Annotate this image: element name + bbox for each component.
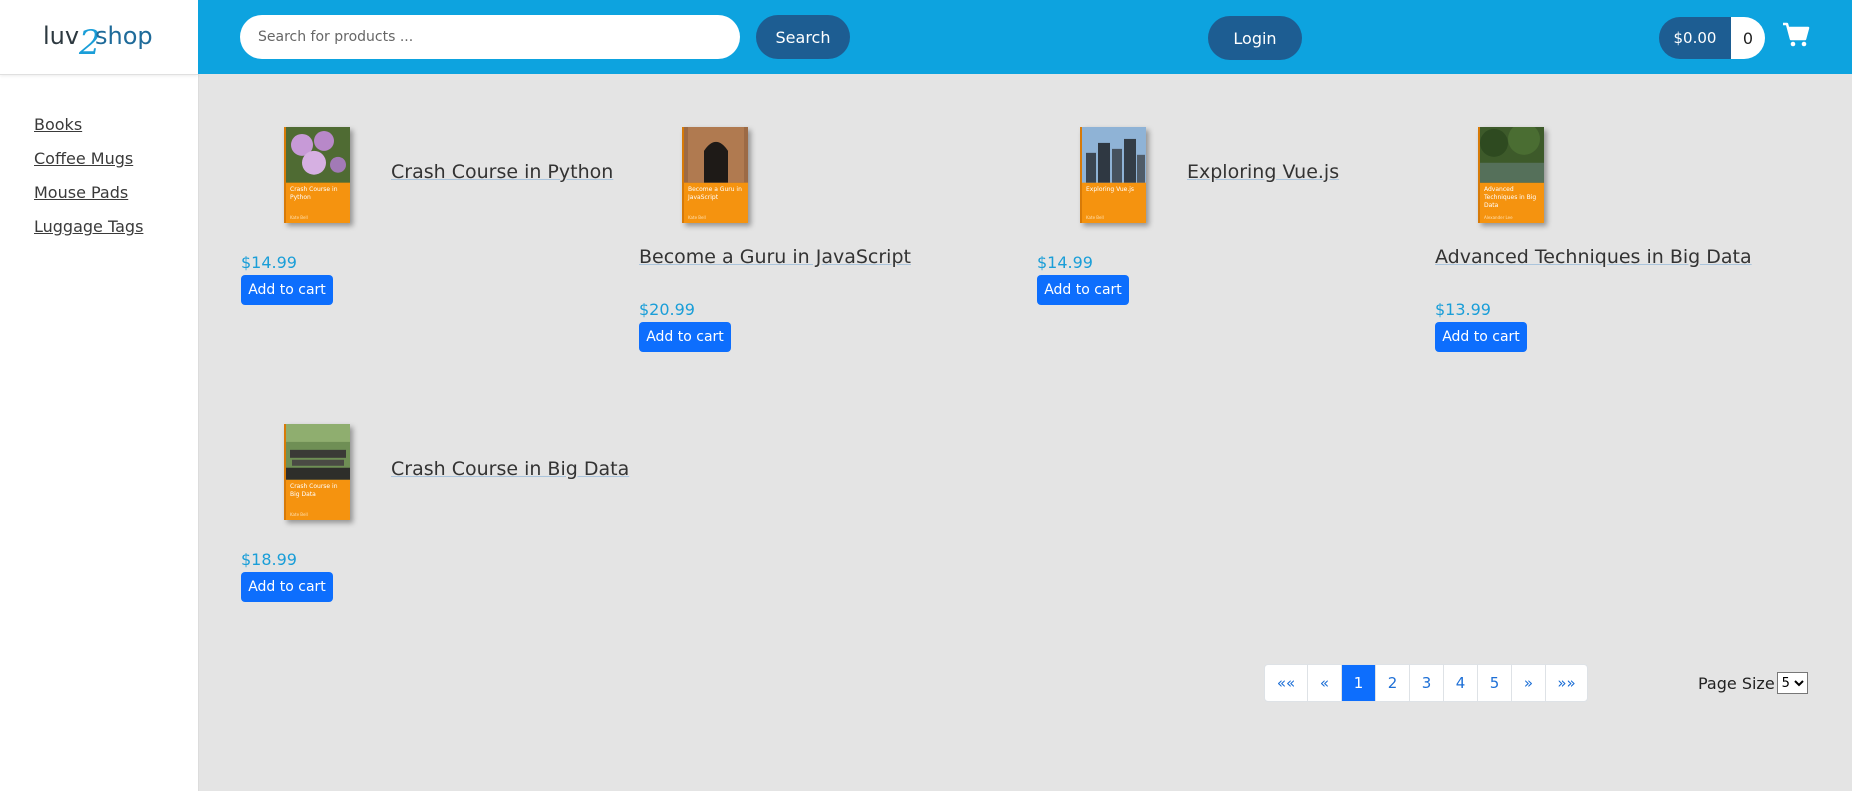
add-to-cart-button[interactable]: Add to cart [639,322,731,352]
page-button-5[interactable]: 5 [1477,665,1511,701]
cover-title: Exploring Vue.js [1086,185,1135,193]
page-size-control: Page Size 5 [1698,672,1808,694]
product-image[interactable]: Become a Guru in JavaScript Kate Bell [682,127,748,223]
add-to-cart-button[interactable]: Add to cart [1037,275,1129,305]
next-page-button[interactable]: » [1511,665,1545,701]
previous-page-button[interactable]: « [1307,665,1341,701]
cover-author: Kate Bell [290,512,308,517]
cover-author: Kate Bell [1086,215,1104,220]
search-input[interactable] [240,15,740,59]
doorway-photo [684,127,748,183]
shopping-cart-icon[interactable] [1782,22,1810,48]
cover-author: Alexander Lee [1484,215,1513,220]
page-button-2[interactable]: 2 [1375,665,1409,701]
product-price: $14.99 [241,253,297,272]
svg-text:shop: shop [95,22,153,50]
category-menu: Books Coffee Mugs Mouse Pads Luggage Tag… [34,114,143,250]
page-button-3[interactable]: 3 [1409,665,1443,701]
product-image[interactable]: Crash Course in Python Kate Bell [284,127,350,223]
cart-total[interactable]: $0.00 [1659,17,1731,59]
svg-text:luv: luv [43,22,79,50]
page-button-4[interactable]: 4 [1443,665,1477,701]
category-link-mouse-pads[interactable]: Mouse Pads [34,182,143,203]
page-size-select[interactable]: 5 [1776,672,1808,694]
page-size-label: Page Size [1698,673,1775,693]
cover-title: Crash Course in Python [290,185,338,201]
product-name-link[interactable]: Crash Course in Big Data [391,458,629,480]
category-link-books[interactable]: Books [34,114,143,135]
city-skyline-photo [1082,127,1146,183]
first-page-button[interactable]: «« [1265,665,1307,701]
search-button[interactable]: Search [756,15,850,59]
flower-photo [286,127,350,183]
cover-title: Advanced Techniques in Big Data [1484,185,1537,209]
product-name-link[interactable]: Crash Course in Python [391,161,613,183]
cover-title: Become a Guru in JavaScript [688,185,742,201]
sidebar: luv 2 shop Books Coffee Mugs Mouse Pads … [0,0,199,791]
product-price: $20.99 [639,300,695,319]
last-page-button[interactable]: »» [1545,665,1587,701]
luv2shop-logo[interactable]: luv 2 shop [0,0,198,75]
product-name-link[interactable]: Become a Guru in JavaScript [639,246,911,268]
product-price: $13.99 [1435,300,1491,319]
product-name-link[interactable]: Exploring Vue.js [1187,161,1339,183]
page-button-1[interactable]: 1 [1341,665,1375,701]
add-to-cart-button[interactable]: Add to cart [1435,322,1527,352]
add-to-cart-button[interactable]: Add to cart [241,572,333,602]
pagination: «« « 1 2 3 4 5 » »» [1264,664,1588,702]
product-image[interactable]: Exploring Vue.js Kate Bell [1080,127,1146,223]
cover-title: Crash Course in Big Data [290,482,338,498]
add-to-cart-button[interactable]: Add to cart [241,275,333,305]
cover-author: Kate Bell [688,215,706,220]
product-image[interactable]: Advanced Techniques in Big Data Alexande… [1478,127,1544,223]
logo-graphic: luv 2 shop [43,22,153,60]
lake-photo [1480,127,1544,183]
top-header: Search Login $0.00 0 [198,0,1852,74]
product-price: $18.99 [241,550,297,569]
cover-author: Kate Bell [290,215,308,220]
category-link-luggage-tags[interactable]: Luggage Tags [34,216,143,237]
product-name-link[interactable]: Advanced Techniques in Big Data [1435,246,1752,268]
login-button[interactable]: Login [1208,16,1302,60]
cart-count[interactable]: 0 [1731,17,1765,59]
product-price: $14.99 [1037,253,1093,272]
product-image[interactable]: Crash Course in Big Data Kate Bell [284,424,350,520]
rail-bridge-photo [286,424,350,480]
category-link-coffee-mugs[interactable]: Coffee Mugs [34,148,143,169]
